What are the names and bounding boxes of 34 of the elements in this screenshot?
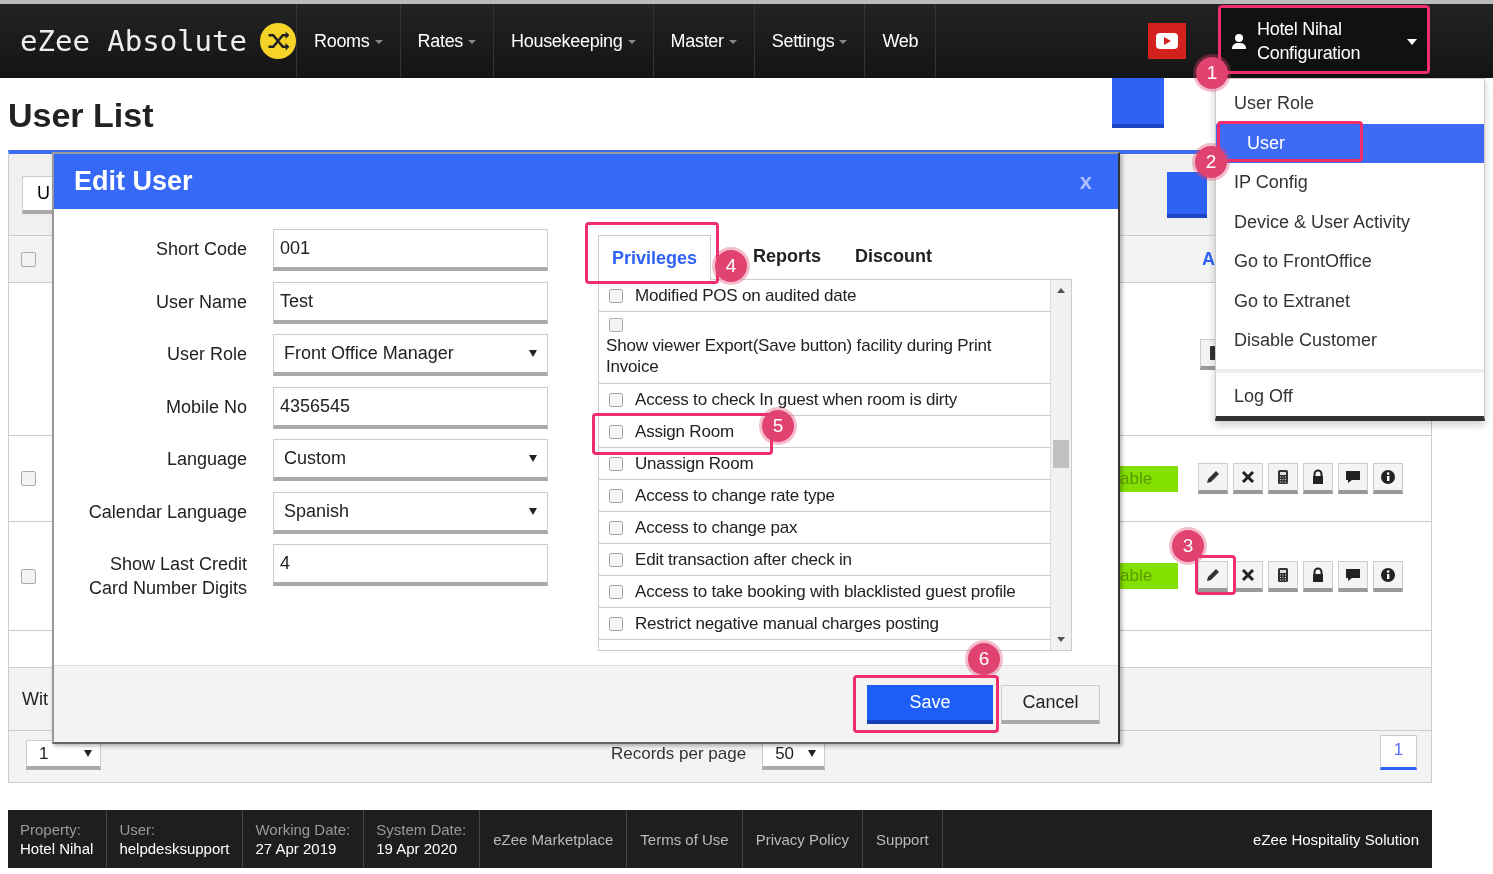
privilege-label: Show viewer Export(Save button) facility during Print Invoice: [606, 335, 993, 377]
privilege-label: Unassign Room: [635, 453, 754, 474]
field-label: Mobile No: [164, 395, 247, 419]
status-badge: able: [1118, 465, 1178, 492]
footer-label: Working Date:: [255, 820, 351, 839]
footer-label: System Date:: [376, 820, 467, 839]
dialog-title: Edit User: [74, 166, 193, 197]
footer-brand: eZee Hospitality Solution: [1253, 830, 1420, 848]
step-number: 4: [715, 250, 748, 282]
privilege-label: Access to change rate type: [635, 485, 835, 506]
app-logo: eZee Absolute: [20, 24, 247, 58]
page-title: User List: [8, 96, 155, 135]
privilege-label: Edit transaction after check in: [635, 549, 852, 570]
records-per-page-label: Records per page: [611, 744, 747, 765]
field-label: Show Last Credit Card Number Digits: [87, 553, 247, 600]
privilege-label: Modified POS on audited date: [635, 285, 857, 306]
field-label: Calendar Language: [87, 500, 247, 524]
privilege-label: Access to check In guest when room is dirty: [635, 389, 958, 410]
status-badge: able: [1118, 563, 1178, 589]
footer-value: 27 Apr 2019: [255, 839, 338, 858]
privilege-label: Access to take booking with blacklisted guest profile: [635, 581, 1016, 602]
privilege-label: Access to change pax: [635, 517, 798, 538]
field-label: User Role: [165, 343, 247, 366]
privilege-label: Restrict negative manual charges posting: [635, 613, 939, 634]
footer-value: Hotel Nihal: [20, 839, 94, 858]
footer-label: User:: [119, 820, 157, 839]
footer-value: 19 Apr 2020: [376, 839, 459, 858]
footer-value: helpdesksupport: [119, 839, 230, 858]
field-label: User Name: [154, 290, 247, 314]
field-label: Short Code: [154, 238, 247, 261]
footer-text: Wit: [22, 688, 48, 710]
field-label: Language: [165, 448, 247, 471]
footer-label: Property:: [20, 820, 82, 839]
privilege-label: Assign Room: [635, 421, 734, 442]
